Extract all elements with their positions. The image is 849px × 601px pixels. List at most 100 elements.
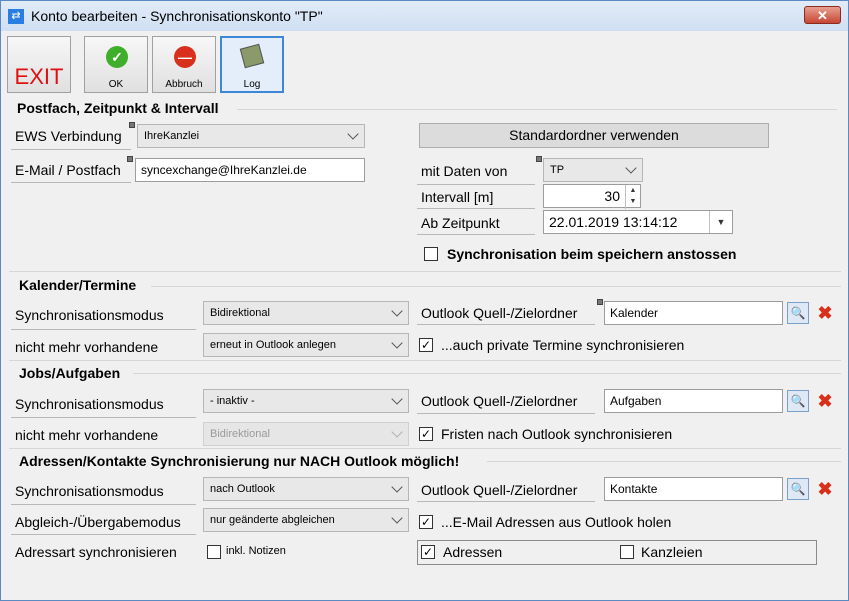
adressen-checkbox[interactable]: ✓: [421, 545, 435, 559]
section-divider: [151, 286, 841, 287]
adressen-ordner-input[interactable]: Kontakte: [604, 477, 783, 501]
fristen-checkbox[interactable]: ✓: [419, 427, 433, 441]
mitdaten-label: mit Daten von: [421, 163, 508, 179]
kanzleien-checkbox[interactable]: [620, 545, 634, 559]
adressen-modus-combobox[interactable]: nach Outlook: [203, 477, 409, 501]
log-book-icon: [239, 43, 265, 69]
chevron-down-icon: [391, 305, 403, 317]
chevron-down-icon: [625, 162, 637, 174]
kanzleien-label: Kanzleien: [641, 544, 703, 560]
jobs-nicht-value: Bidirektional: [210, 428, 270, 440]
window-title: Konto bearbeiten - Synchronisationskonto…: [31, 8, 323, 24]
field-marker-icon: [127, 156, 133, 162]
delete-icon[interactable]: ✖: [814, 302, 836, 324]
label-underline: [11, 417, 196, 418]
intervall-spinner[interactable]: ▲ ▼: [625, 185, 640, 209]
label-underline: [11, 149, 131, 150]
ok-label: OK: [108, 79, 124, 90]
label-underline: [417, 324, 595, 325]
spin-up-icon[interactable]: ▲: [626, 185, 640, 196]
intervall-label: Intervall [m]: [421, 189, 494, 205]
log-button[interactable]: Log: [220, 36, 284, 93]
label-underline: [11, 534, 196, 535]
label-underline: [11, 504, 196, 505]
kalender-nicht-combobox[interactable]: erneut in Outlook anlegen: [203, 333, 409, 357]
ok-button[interactable]: ✓ OK: [84, 36, 148, 93]
dialog-window: ⇄ Konto bearbeiten - Synchronisationskon…: [0, 0, 849, 601]
delete-icon[interactable]: ✖: [814, 390, 836, 412]
zeitpunkt-input[interactable]: 22.01.2019 13:14:12 ▼: [543, 210, 733, 234]
notizen-checkbox[interactable]: [207, 545, 221, 559]
email-outlook-checkbox[interactable]: ✓: [419, 515, 433, 529]
jobs-ordner-input[interactable]: Aufgaben: [604, 389, 783, 413]
section-divider: [9, 448, 841, 449]
chevron-down-icon: [391, 512, 403, 524]
zeitpunkt-value: 22.01.2019 13:14:12: [549, 214, 678, 230]
chevron-down-icon: [391, 426, 403, 438]
fristen-label: Fristen nach Outlook synchronisieren: [441, 426, 673, 442]
exit-button[interactable]: EXIT: [7, 36, 71, 93]
log-label: Log: [243, 79, 261, 90]
section-divider: [487, 461, 841, 462]
section-divider: [9, 360, 841, 361]
kalender-modus-label: Synchronisationsmodus: [15, 307, 164, 323]
kalender-modus-combobox[interactable]: Bidirektional: [203, 301, 409, 325]
adressen-ordner-label: Outlook Quell-/Zielordner: [421, 482, 578, 498]
label-underline: [417, 208, 535, 209]
sync-save-checkbox[interactable]: [424, 247, 438, 261]
notizen-label: inkl. Notizen: [226, 545, 286, 557]
date-dropdown-icon[interactable]: ▼: [709, 211, 732, 233]
search-icon[interactable]: 🔍: [787, 302, 809, 324]
abgleich-label: Abgleich-/Übergabemodus: [15, 514, 181, 530]
section-adressen-title: Adressen/Kontakte Synchronisierung nur N…: [19, 453, 460, 469]
section-divider: [133, 373, 841, 374]
standardordner-button[interactable]: Standardordner verwenden: [419, 123, 769, 148]
jobs-modus-label: Synchronisationsmodus: [15, 396, 164, 412]
checkmark-icon: ✓: [106, 46, 128, 68]
adressen-type-label: Adressen: [443, 544, 503, 560]
jobs-nicht-combobox[interactable]: Bidirektional: [203, 422, 409, 446]
abgleich-value: nur geänderte abgleichen: [210, 514, 335, 526]
mitdaten-value: TP: [550, 164, 565, 176]
label-underline: [11, 182, 131, 183]
private-checkbox[interactable]: ✓: [419, 338, 433, 352]
search-icon[interactable]: 🔍: [787, 390, 809, 412]
cancel-icon: —: [174, 46, 196, 68]
close-button[interactable]: ✕: [804, 6, 841, 24]
field-marker-icon: [536, 156, 542, 162]
search-icon[interactable]: 🔍: [787, 478, 809, 500]
jobs-ordner-label: Outlook Quell-/Zielordner: [421, 393, 578, 409]
ews-value: IhreKanzlei: [144, 130, 200, 142]
spin-down-icon[interactable]: ▼: [626, 196, 640, 207]
kalender-ordner-label: Outlook Quell-/Zielordner: [421, 305, 578, 321]
adressen-modus-value: nach Outlook: [210, 483, 275, 495]
intervall-value: 30: [604, 188, 620, 204]
jobs-modus-combobox[interactable]: - inaktiv -: [203, 389, 409, 413]
kalender-ordner-input[interactable]: Kalender: [604, 301, 783, 325]
kalender-modus-value: Bidirektional: [210, 307, 270, 319]
kalender-nicht-value: erneut in Outlook anlegen: [210, 339, 336, 351]
section-jobs-title: Jobs/Aufgaben: [19, 365, 121, 381]
label-underline: [417, 501, 595, 502]
mitdaten-combobox[interactable]: TP: [543, 158, 643, 182]
app-sync-icon: ⇄: [8, 9, 24, 24]
chevron-down-icon: [391, 337, 403, 349]
adressart-label: Adressart synchronisieren: [15, 544, 177, 560]
kalender-nicht-label: nicht mehr vorhandene: [15, 339, 159, 355]
field-marker-icon: [597, 299, 603, 305]
label-underline: [11, 329, 196, 330]
intervall-input[interactable]: 30 ▲ ▼: [543, 184, 641, 209]
ews-combobox[interactable]: IhreKanzlei: [137, 124, 365, 148]
abgleich-combobox[interactable]: nur geänderte abgleichen: [203, 508, 409, 532]
email-label: E-Mail / Postfach: [15, 162, 121, 178]
email-input[interactable]: syncexchange@IhreKanzlei.de: [135, 158, 365, 182]
label-underline: [417, 184, 535, 185]
jobs-modus-value: - inaktiv -: [210, 395, 255, 407]
abbruch-button[interactable]: — Abbruch: [152, 36, 216, 93]
field-marker-icon: [129, 122, 135, 128]
jobs-nicht-label: nicht mehr vorhandene: [15, 427, 159, 443]
section-postfach-title: Postfach, Zeitpunkt & Intervall: [17, 100, 219, 116]
abbruch-label: Abbruch: [165, 79, 203, 90]
delete-icon[interactable]: ✖: [814, 478, 836, 500]
sync-save-label: Synchronisation beim speichern anstossen: [447, 246, 737, 262]
